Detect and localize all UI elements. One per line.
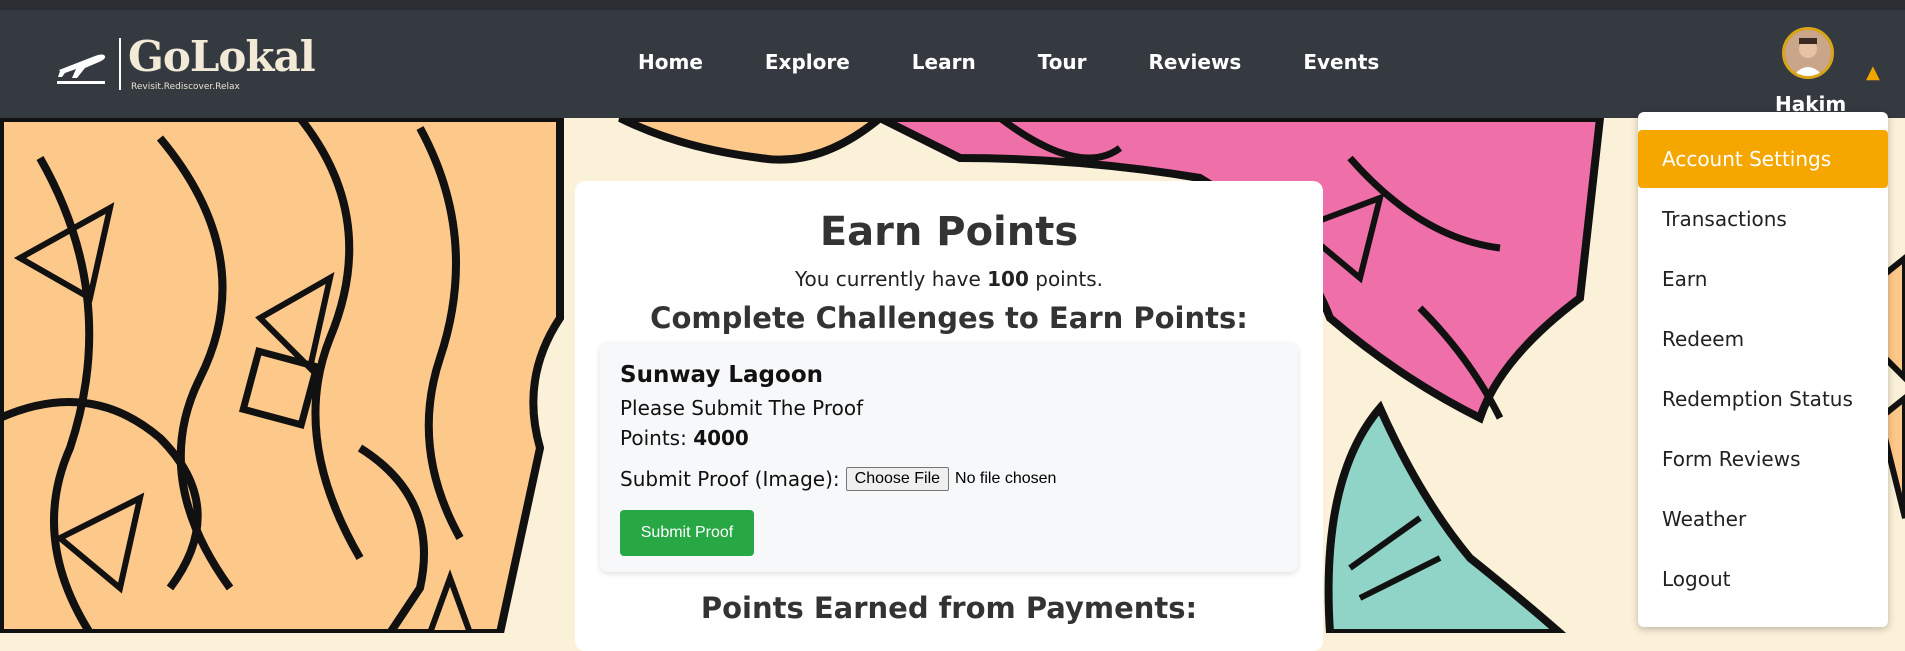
nav-events[interactable]: Events	[1303, 50, 1379, 74]
points-summary: You currently have 100 points.	[575, 267, 1323, 291]
menu-item-redeem[interactable]: Redeem	[1638, 310, 1888, 368]
browser-top-strip	[0, 0, 1905, 10]
nav-learn[interactable]: Learn	[912, 50, 976, 74]
proof-upload-row: Submit Proof (Image): Choose File No fil…	[620, 467, 1056, 491]
submit-proof-button[interactable]: Submit Proof	[620, 510, 754, 556]
nav-tour[interactable]: Tour	[1038, 50, 1087, 74]
brand-tagline: Revisit.Rediscover.Relax	[131, 82, 240, 92]
menu-item-redemption-status[interactable]: Redemption Status	[1638, 370, 1888, 428]
brand-logo[interactable]: GoLokal Revisit.Rediscover.Relax	[55, 32, 316, 98]
challenge-description: Please Submit The Proof	[620, 396, 864, 420]
challenges-heading: Complete Challenges to Earn Points:	[650, 301, 1248, 335]
menu-item-logout[interactable]: Logout	[1638, 550, 1888, 608]
points-suffix: points.	[1028, 267, 1104, 291]
navbar: GoLokal Revisit.Rediscover.Relax Home Ex…	[0, 10, 1905, 118]
caret-up-icon[interactable]: ▲	[1866, 62, 1880, 83]
choose-file-button[interactable]: Choose File	[845, 467, 950, 491]
logo-divider	[119, 38, 121, 90]
page-title: Earn Points	[819, 209, 1079, 255]
airplane-icon	[57, 54, 106, 84]
points-balance: 100	[987, 267, 1029, 291]
user-dropdown-menu: Account Settings Transactions Earn Redee…	[1638, 112, 1888, 627]
user-photo-icon	[1785, 30, 1831, 76]
nav-reviews[interactable]: Reviews	[1149, 50, 1242, 74]
challenge-points-label: Points:	[620, 426, 694, 450]
menu-item-form-reviews[interactable]: Form Reviews	[1638, 430, 1888, 488]
earn-points-card: Earn Points You currently have 100 point…	[575, 181, 1323, 651]
menu-item-weather[interactable]: Weather	[1638, 490, 1888, 548]
nav-explore[interactable]: Explore	[765, 50, 850, 74]
challenge-points-value: 4000	[693, 426, 749, 450]
menu-item-transactions[interactable]: Transactions	[1638, 190, 1888, 248]
challenge-name: Sunway Lagoon	[620, 362, 823, 388]
menu-item-account-settings[interactable]: Account Settings	[1638, 130, 1888, 188]
avatar[interactable]	[1782, 27, 1834, 79]
nav-home[interactable]: Home	[638, 50, 703, 74]
main-nav: Home Explore Learn Tour Reviews Events	[638, 50, 1379, 74]
proof-label: Submit Proof (Image):	[620, 467, 840, 491]
payments-heading: Points Earned from Payments:	[700, 591, 1198, 625]
challenge-card: Sunway Lagoon Please Submit The Proof Po…	[600, 342, 1298, 572]
brand-name: GoLokal	[128, 32, 316, 81]
points-prefix: You currently have	[794, 267, 988, 291]
file-status: No file chosen	[955, 470, 1057, 487]
menu-item-earn[interactable]: Earn	[1638, 250, 1888, 308]
challenge-points: Points: 4000	[620, 426, 749, 450]
